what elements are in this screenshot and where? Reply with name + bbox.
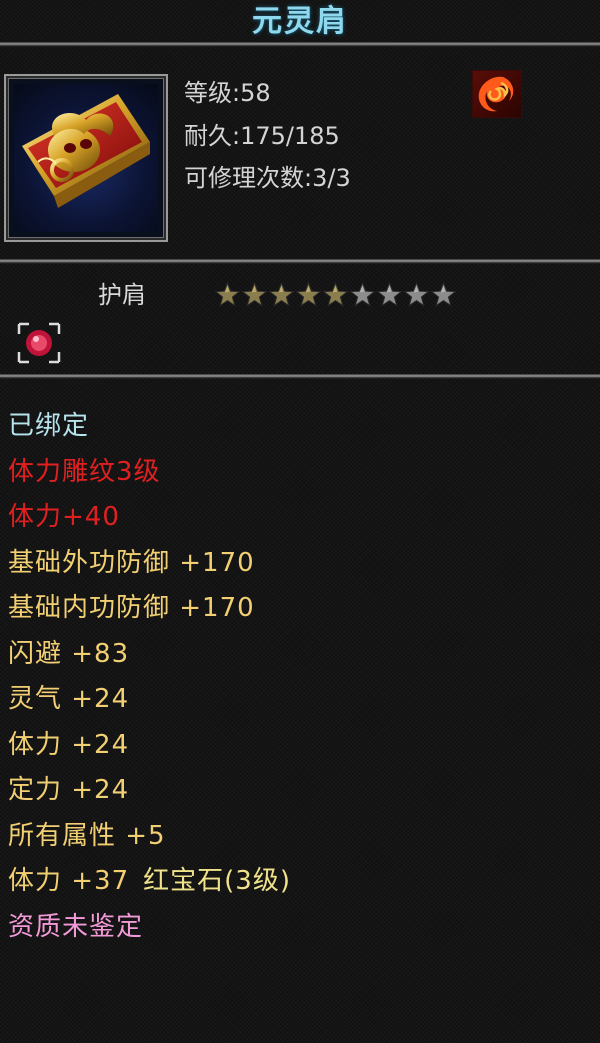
attribute-text: 基础外功防御 +170 (8, 547, 255, 578)
attribute-text: 体力+40 (8, 502, 120, 532)
level-row: 等级:58 (184, 79, 271, 107)
star-empty-icon (349, 281, 376, 309)
durability-value: 175/185 (240, 122, 340, 150)
attribute-text: 已绑定 (8, 411, 90, 441)
star-filled-icon (214, 281, 241, 309)
attribute-text: 所有属性 +5 (8, 820, 166, 851)
attribute-text: 资质未鉴定 (8, 911, 144, 942)
star-empty-icon (430, 281, 457, 309)
attribute-line: 灵气 +24 (8, 677, 291, 723)
tooltip-title-bar: 元灵肩 (0, 0, 600, 44)
durability-label: 耐久 (184, 122, 232, 150)
section-divider (0, 259, 600, 264)
level-label: 等级 (184, 79, 232, 107)
level-value: 58 (240, 79, 271, 107)
item-type: 护肩 (98, 281, 146, 309)
attribute-line: 体力 +24 (8, 723, 291, 769)
star-empty-icon (403, 281, 430, 309)
attribute-line: 体力雕纹3级 (8, 450, 291, 496)
repair-value: 3/3 (312, 164, 351, 192)
attribute-line: 已绑定 (8, 404, 291, 450)
star-filled-icon (322, 281, 349, 309)
attribute-line: 体力+40 (8, 495, 291, 541)
item-name: 元灵肩 (252, 4, 348, 39)
attribute-text: 体力 +24 (8, 729, 130, 760)
attribute-line: 体力 +37 红宝石(3级) (8, 859, 291, 905)
red-gem-slot-icon (17, 322, 61, 364)
title-divider (0, 42, 600, 47)
attribute-text: 体力雕纹3级 (8, 456, 161, 487)
item-icon-frame (4, 74, 168, 242)
attribute-line: 定力 +24 (8, 768, 291, 814)
star-empty-icon (376, 281, 403, 309)
durability-row: 耐久:175/185 (184, 122, 340, 150)
attribute-line: 基础内功防御 +170 (8, 586, 291, 632)
repair-row: 可修理次数:3/3 (184, 164, 351, 192)
star-filled-icon (268, 281, 295, 309)
attribute-text: 定力 +24 (8, 775, 130, 805)
attributes-divider (0, 374, 600, 379)
gem-text: 红宝石(3级) (143, 866, 291, 896)
shoulder-armor-icon (14, 84, 158, 232)
repair-label: 可修理次数 (184, 164, 304, 192)
star-filled-icon (241, 281, 268, 309)
fire-swirl-icon (472, 70, 522, 118)
attribute-line: 资质未鉴定 (8, 905, 291, 951)
attribute-line: 所有属性 +5 (8, 814, 291, 860)
attribute-text: 灵气 +24 (8, 684, 130, 714)
attribute-text: 闪避 +83 (8, 638, 130, 669)
attribute-line: 闪避 +83 (8, 632, 291, 678)
attribute-text: 基础内功防御 +170 (8, 593, 255, 623)
attribute-line: 基础外功防御 +170 (8, 541, 291, 587)
star-filled-icon (295, 281, 322, 309)
attribute-text: 体力 +37 (8, 866, 130, 896)
star-rating (214, 281, 457, 311)
attribute-list: 已绑定体力雕纹3级 体力+40 基础外功防御 +170 基础内功防御 +170 闪避 +… (8, 404, 291, 950)
